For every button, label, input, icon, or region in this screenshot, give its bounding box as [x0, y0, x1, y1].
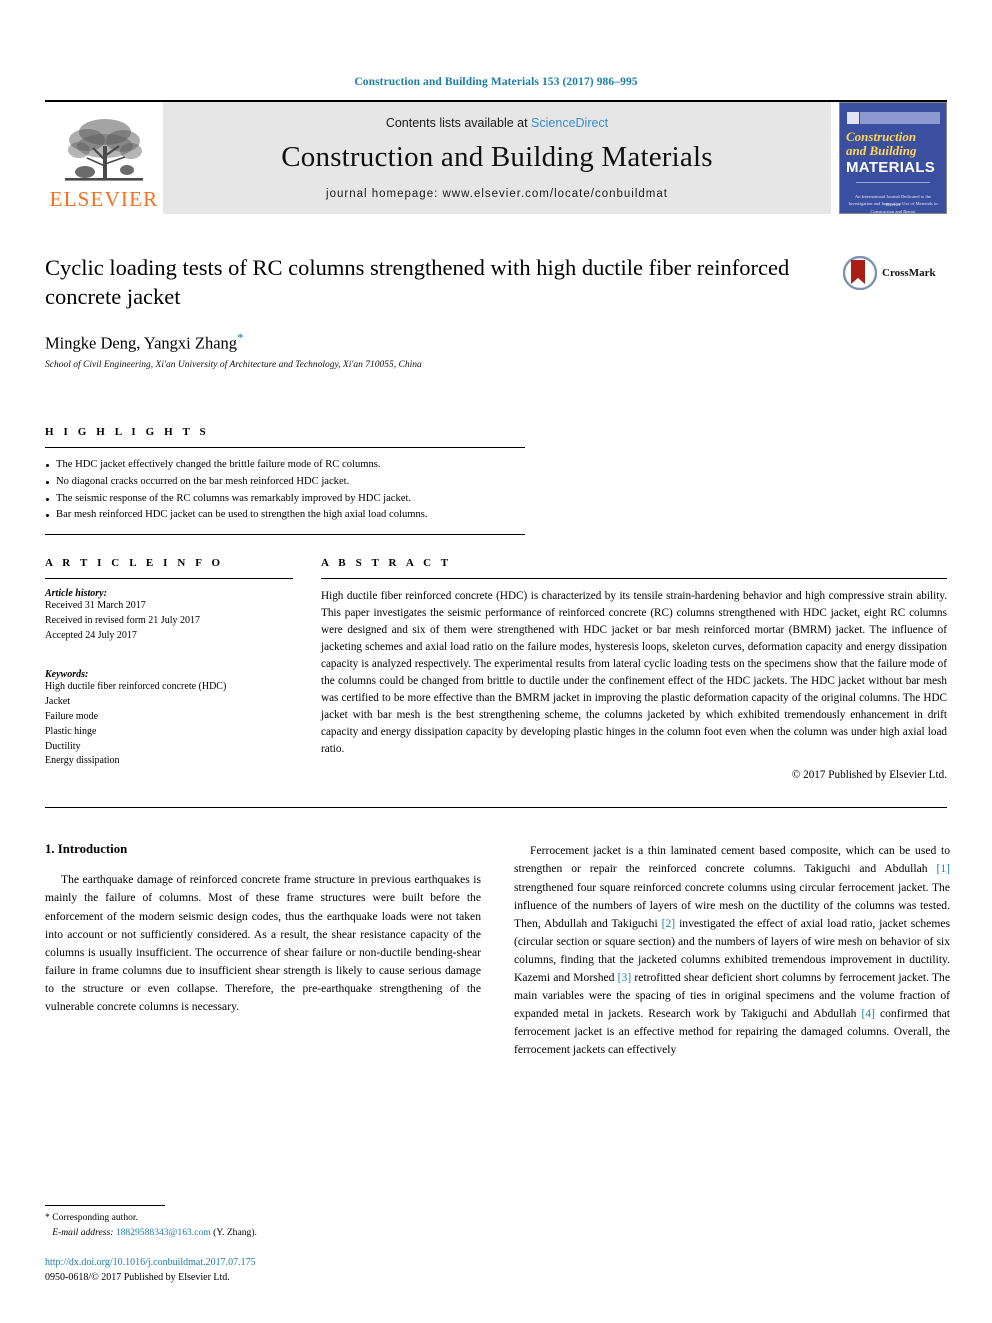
abstract-text: High ductile fiber reinforced concrete (…: [321, 590, 947, 756]
list-item: No diagonal cracks occurred on the bar m…: [45, 474, 525, 491]
footnote-rule: [45, 1205, 165, 1207]
crossmark-icon: [843, 256, 877, 290]
email-suffix: (Y. Zhang).: [213, 1226, 257, 1238]
article-info-rule: [45, 578, 293, 580]
cover-divider: [856, 182, 930, 184]
footnote-block: * Corresponding author. E-mail address: …: [45, 1205, 481, 1285]
rp-0: Ferrocement jacket is a thin laminated c…: [514, 844, 950, 876]
section-heading-introduction: 1. Introduction: [45, 842, 128, 857]
elsevier-tree-icon: [65, 119, 143, 181]
affiliation: School of Civil Engineering, Xi'an Unive…: [45, 360, 422, 371]
citation-ref-1[interactable]: [1]: [936, 862, 950, 875]
email-line: E-mail address: 18829588343@163.com (Y. …: [45, 1226, 481, 1240]
author-names: Mingke Deng, Yangxi Zhang: [45, 333, 238, 353]
abstract-copyright: © 2017 Published by Elsevier Ltd.: [791, 769, 947, 782]
keyword-item: Failure mode: [45, 711, 99, 723]
journal-masthead: ELSEVIER Contents lists available at Sci…: [45, 100, 947, 214]
abstract-heading: A B S T R A C T: [321, 557, 452, 570]
email-link[interactable]: 18829588343@163.com: [116, 1227, 211, 1238]
highlights-section: H I G H L I G H T S The HDC jacket effec…: [45, 426, 525, 536]
article-info-heading: A R T I C L E I N F O: [45, 557, 224, 570]
abstract-bottom-rule: [45, 807, 947, 809]
highlights-list: The HDC jacket effectively changed the b…: [45, 457, 525, 524]
issn-copyright-line: 0950-0618/© 2017 Published by Elsevier L…: [45, 1271, 230, 1283]
author-list: Mingke Deng, Yangxi Zhang*: [45, 330, 827, 354]
citation-ref-4[interactable]: [4]: [861, 1007, 875, 1020]
running-head: Construction and Building Materials 153 …: [354, 76, 638, 88]
keyword-item: High ductile fiber reinforced concrete (…: [45, 681, 227, 693]
journal-cover-thumbnail[interactable]: Construction and Building MATERIALS An I…: [839, 102, 947, 214]
cover-logo-square: [847, 112, 859, 124]
info-abstract-row: A R T I C L E I N F O Article history: R…: [45, 557, 947, 781]
keyword-item: Plastic hinge: [45, 725, 97, 737]
article-history-label: Article history:: [45, 588, 107, 600]
title-block: Cyclic loading tests of RC columns stren…: [45, 254, 947, 370]
cover-title-line3: MATERIALS: [846, 159, 936, 177]
keywords-label: Keywords:: [45, 669, 89, 681]
intro-paragraph-left: The earthquake damage of reinforced conc…: [45, 873, 481, 1013]
citation-ref-3[interactable]: [3]: [618, 971, 632, 984]
history-accepted: Accepted 24 July 2017: [45, 629, 137, 641]
crossmark-label: CrossMark: [882, 267, 936, 279]
history-received: Received 31 March 2017: [45, 600, 146, 612]
corresponding-author-note: * Corresponding author.: [45, 1212, 138, 1224]
keywords-block: Keywords: High ductile fiber reinforced …: [45, 669, 293, 769]
masthead-center-band: Contents lists available at ScienceDirec…: [163, 102, 831, 214]
cover-footer-text: Elsevier: [885, 202, 901, 207]
body-column-right: Ferrocement jacket is a thin laminated c…: [514, 842, 950, 1059]
article-info-section: A R T I C L E I N F O Article history: R…: [45, 557, 293, 781]
article-history-block: Article history: Received 31 March 2017 …: [45, 588, 293, 643]
sciencedirect-link[interactable]: ScienceDirect: [531, 116, 608, 130]
crossmark-badge[interactable]: CrossMark: [843, 256, 947, 290]
cover-top-bar: [860, 112, 940, 124]
email-label: E-mail address:: [52, 1226, 114, 1238]
abstract-rule: [321, 578, 947, 580]
contents-prefix: Contents lists available at: [385, 116, 532, 130]
keyword-item: Jacket: [45, 696, 70, 708]
journal-title: Construction and Building Materials: [281, 141, 713, 173]
elsevier-wordmark: ELSEVIER: [49, 187, 159, 211]
list-item: The seismic response of the RC columns w…: [45, 491, 525, 508]
cover-title-line1: Construction: [846, 129, 917, 144]
page-title: Cyclic loading tests of RC columns stren…: [45, 255, 790, 309]
abstract-section: A B S T R A C T High ductile fiber reinf…: [321, 557, 947, 781]
doi-link[interactable]: http://dx.doi.org/10.1016/j.conbuildmat.…: [45, 1256, 481, 1271]
cover-title-line2: and Building: [846, 142, 917, 158]
list-item: Bar mesh reinforced HDC jacket can be us…: [45, 507, 525, 524]
journal-homepage-link[interactable]: journal homepage: www.elsevier.com/locat…: [326, 188, 668, 200]
history-revised: Received in revised form 21 July 2017: [45, 614, 200, 626]
body-column-left: 1. Introduction The earthquake damage of…: [45, 842, 481, 1059]
article-page: Construction and Building Materials 153 …: [0, 0, 992, 1323]
highlights-top-rule: [45, 447, 525, 449]
doi-block: http://dx.doi.org/10.1016/j.conbuildmat.…: [45, 1256, 481, 1285]
keyword-item: Ductility: [45, 740, 81, 752]
list-item: The HDC jacket effectively changed the b…: [45, 457, 525, 474]
intro-paragraph-right: Ferrocement jacket is a thin laminated c…: [514, 842, 950, 1059]
highlights-bottom-rule: [45, 534, 525, 536]
elsevier-logo: ELSEVIER: [45, 102, 163, 214]
contents-available-line: Contents lists available at ScienceDirec…: [386, 116, 608, 130]
corresponding-author-marker: *: [237, 329, 244, 345]
body-columns: 1. Introduction The earthquake damage of…: [45, 842, 950, 1059]
citation-ref-2[interactable]: [2]: [662, 917, 676, 930]
highlights-heading: H I G H L I G H T S: [45, 426, 210, 439]
keyword-item: Energy dissipation: [45, 755, 120, 767]
